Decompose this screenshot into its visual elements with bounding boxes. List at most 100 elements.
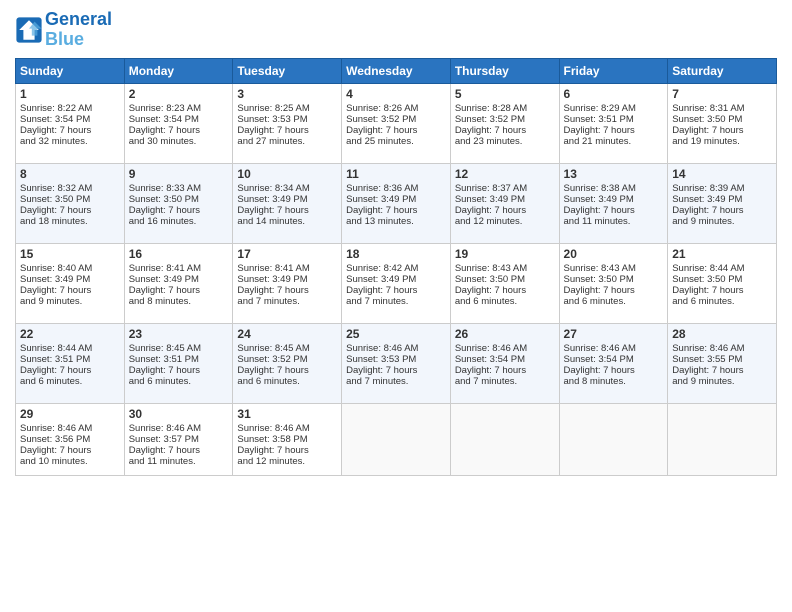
day-info-line: Sunrise: 8:29 AM (564, 103, 664, 114)
day-number: 19 (455, 247, 555, 261)
day-info-line: Daylight: 7 hours (129, 125, 229, 136)
day-number: 3 (237, 87, 337, 101)
day-number: 24 (237, 327, 337, 341)
day-info-line: Daylight: 7 hours (672, 205, 772, 216)
calendar-cell: 30 Sunrise: 8:46 AMSunset: 3:57 PMDayligh… (124, 403, 233, 475)
day-info-line: Sunrise: 8:22 AM (20, 103, 120, 114)
day-info-line: Sunrise: 8:23 AM (129, 103, 229, 114)
calendar-day-header: Thursday (450, 58, 559, 83)
day-info-line: Daylight: 7 hours (20, 205, 120, 216)
day-info-line: Daylight: 7 hours (672, 125, 772, 136)
day-info-line: Daylight: 7 hours (20, 365, 120, 376)
day-info-line: and 11 minutes. (564, 216, 664, 227)
header: General Blue (15, 10, 777, 50)
day-info-line: Sunset: 3:49 PM (346, 194, 446, 205)
day-number: 8 (20, 167, 120, 181)
day-number: 30 (129, 407, 229, 421)
day-info-line: and 13 minutes. (346, 216, 446, 227)
day-info-line: Sunrise: 8:46 AM (129, 423, 229, 434)
day-number: 9 (129, 167, 229, 181)
day-info-line: Daylight: 7 hours (129, 445, 229, 456)
day-info-line: Daylight: 7 hours (20, 125, 120, 136)
day-info-line: Sunset: 3:54 PM (20, 114, 120, 125)
calendar-cell: 14Sunrise: 8:39 AMSunset: 3:49 PMDayligh… (668, 163, 777, 243)
day-info-line: Sunset: 3:49 PM (672, 194, 772, 205)
day-info-line: Sunrise: 8:46 AM (20, 423, 120, 434)
day-number: 23 (129, 327, 229, 341)
day-info-line: Sunset: 3:49 PM (455, 194, 555, 205)
day-info-line: and 8 minutes. (564, 376, 664, 387)
calendar-cell: 25Sunrise: 8:46 AMSunset: 3:53 PMDayligh… (342, 323, 451, 403)
calendar-cell (559, 403, 668, 475)
calendar-cell: 8Sunrise: 8:32 AMSunset: 3:50 PMDaylight… (16, 163, 125, 243)
day-info-line: and 25 minutes. (346, 136, 446, 147)
day-info-line: Sunrise: 8:33 AM (129, 183, 229, 194)
day-info-line: Daylight: 7 hours (129, 205, 229, 216)
day-info-line: Daylight: 7 hours (237, 365, 337, 376)
calendar-cell: 29Sunrise: 8:46 AMSunset: 3:56 PMDayligh… (16, 403, 125, 475)
calendar-header-row: SundayMondayTuesdayWednesdayThursdayFrid… (16, 58, 777, 83)
day-info-line: and 10 minutes. (20, 456, 120, 467)
logo-text: General Blue (45, 10, 112, 50)
calendar-cell (668, 403, 777, 475)
day-info-line: Sunset: 3:58 PM (237, 434, 337, 445)
day-info-line: and 23 minutes. (455, 136, 555, 147)
calendar-body: 1Sunrise: 8:22 AMSunset: 3:54 PMDaylight… (16, 83, 777, 475)
day-info-line: and 9 minutes. (20, 296, 120, 307)
day-info-line: Sunset: 3:54 PM (564, 354, 664, 365)
calendar-cell: 21Sunrise: 8:44 AMSunset: 3:50 PMDayligh… (668, 243, 777, 323)
day-info-line: and 7 minutes. (346, 376, 446, 387)
calendar-cell: 17Sunrise: 8:41 AMSunset: 3:49 PMDayligh… (233, 243, 342, 323)
day-info-line: and 6 minutes. (129, 376, 229, 387)
day-info-line: and 7 minutes. (346, 296, 446, 307)
day-info-line: Daylight: 7 hours (346, 365, 446, 376)
day-number: 6 (564, 87, 664, 101)
day-number: 12 (455, 167, 555, 181)
day-info-line: and 6 minutes. (672, 296, 772, 307)
day-info-line: and 12 minutes. (455, 216, 555, 227)
calendar-table: SundayMondayTuesdayWednesdayThursdayFrid… (15, 58, 777, 476)
day-info-line: Sunset: 3:50 PM (564, 274, 664, 285)
calendar-cell: 26Sunrise: 8:46 AMSunset: 3:54 PMDayligh… (450, 323, 559, 403)
day-number: 20 (564, 247, 664, 261)
calendar-cell: 3Sunrise: 8:25 AMSunset: 3:53 PMDaylight… (233, 83, 342, 163)
day-info-line: Sunrise: 8:43 AM (455, 263, 555, 274)
day-info-line: Daylight: 7 hours (564, 125, 664, 136)
day-info-line: and 11 minutes. (129, 456, 229, 467)
calendar-day-header: Saturday (668, 58, 777, 83)
day-info-line: Daylight: 7 hours (455, 125, 555, 136)
day-info-line: Sunset: 3:49 PM (346, 274, 446, 285)
calendar-cell: 2Sunrise: 8:23 AMSunset: 3:54 PMDaylight… (124, 83, 233, 163)
day-info-line: and 21 minutes. (564, 136, 664, 147)
day-info-line: Sunset: 3:49 PM (564, 194, 664, 205)
day-info-line: Daylight: 7 hours (564, 365, 664, 376)
day-info-line: Daylight: 7 hours (455, 365, 555, 376)
calendar-cell: 11Sunrise: 8:36 AMSunset: 3:49 PMDayligh… (342, 163, 451, 243)
day-number: 21 (672, 247, 772, 261)
day-info-line: Sunset: 3:57 PM (129, 434, 229, 445)
day-info-line: Sunrise: 8:46 AM (346, 343, 446, 354)
day-info-line: and 12 minutes. (237, 456, 337, 467)
day-info-line: Sunrise: 8:43 AM (564, 263, 664, 274)
calendar-cell: 23Sunrise: 8:45 AMSunset: 3:51 PMDayligh… (124, 323, 233, 403)
calendar-day-header: Friday (559, 58, 668, 83)
calendar-cell: 31Sunrise: 8:46 AMSunset: 3:58 PMDayligh… (233, 403, 342, 475)
day-info-line: Sunset: 3:49 PM (237, 194, 337, 205)
day-info-line: Sunset: 3:51 PM (20, 354, 120, 365)
calendar-day-header: Wednesday (342, 58, 451, 83)
calendar-cell: 18Sunrise: 8:42 AMSunset: 3:49 PMDayligh… (342, 243, 451, 323)
day-info-line: Sunset: 3:56 PM (20, 434, 120, 445)
calendar-day-header: Sunday (16, 58, 125, 83)
logo: General Blue (15, 10, 112, 50)
calendar-cell: 15Sunrise: 8:40 AMSunset: 3:49 PMDayligh… (16, 243, 125, 323)
day-info-line: Sunset: 3:50 PM (20, 194, 120, 205)
day-number: 25 (346, 327, 446, 341)
day-info-line: and 6 minutes. (564, 296, 664, 307)
day-info-line: Daylight: 7 hours (237, 445, 337, 456)
day-number: 26 (455, 327, 555, 341)
day-info-line: Daylight: 7 hours (564, 205, 664, 216)
day-info-line: Sunrise: 8:38 AM (564, 183, 664, 194)
day-number: 27 (564, 327, 664, 341)
day-info-line: Sunset: 3:52 PM (455, 114, 555, 125)
day-info-line: and 9 minutes. (672, 376, 772, 387)
